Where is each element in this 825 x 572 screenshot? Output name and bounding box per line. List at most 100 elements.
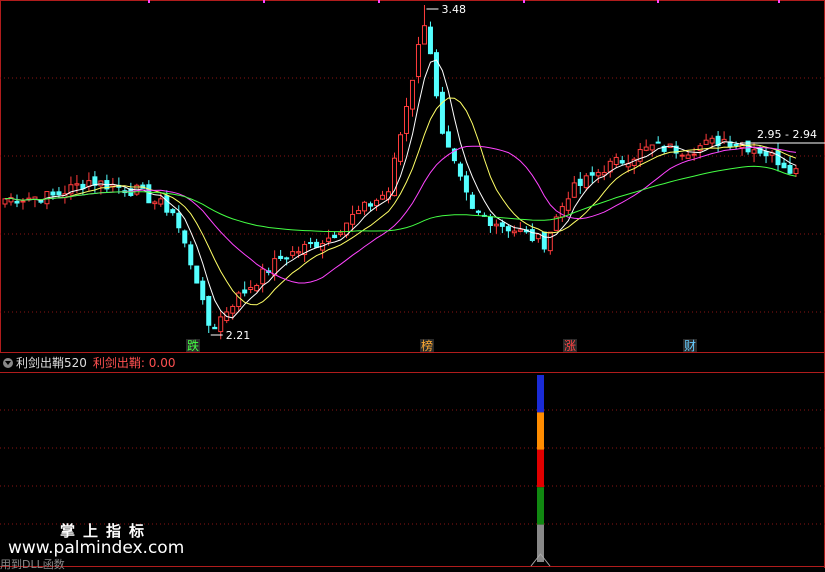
candle-body [679,154,685,157]
candle-body [787,165,793,174]
candle-body [583,175,589,189]
candle-body [487,216,493,227]
candle-body [529,229,535,241]
event-marker-label: 榜 [421,338,433,353]
candle-body [362,201,368,212]
candle-body [290,251,296,256]
candle-body [326,237,332,243]
candle-body [643,146,649,151]
candle-body [332,234,338,239]
price-annotations: 3.48 2.21 2.95 - 2.94 [210,3,825,342]
candle-body [158,198,164,205]
candle-body [691,153,697,156]
candle-body [356,210,362,215]
candle-body [589,172,595,176]
candle-body [314,241,320,248]
candle-body [374,199,380,207]
signal-segment [537,487,544,525]
candle-body [56,191,62,196]
event-marker-label: 跌 [187,338,199,353]
candle-body [493,223,499,227]
candle-body [176,212,182,229]
candle-body [14,200,20,204]
candle-body [703,139,709,145]
candle-body [649,144,655,151]
candle-body [511,230,517,234]
event-markers: 跌榜涨财 [186,338,697,353]
ma-line-ma5 [4,59,797,319]
candle-body [242,289,248,294]
candle-body [212,326,218,330]
event-marker-label: 涨 [564,338,576,353]
candle-body [152,201,158,205]
signal-segment [537,412,544,450]
candle-body [775,150,781,166]
candle-body [547,231,553,252]
candle-body [433,52,439,97]
candle-body [98,180,104,187]
candle-body [781,162,787,169]
candle-body [421,25,427,45]
last-price-label: 2.95 - 2.94 [757,128,817,141]
candle-body [517,229,523,232]
candle-body [571,182,577,198]
candle-body [170,209,176,214]
candle-body [709,137,715,144]
candle-body [439,91,445,134]
candle-body [188,244,194,266]
candle-body [499,222,505,227]
indicator-name: 利剑出鞘520 [16,356,87,370]
candle-body [230,305,236,314]
candle-body [284,257,290,260]
candle-body [20,200,26,203]
indicator-signal-bar [530,375,551,567]
candle-body [685,154,691,159]
candle-body [595,171,601,177]
candle-body [751,149,757,154]
candle-body [409,79,415,110]
candle-body [380,194,386,200]
candle-body [206,296,212,326]
candle-body [368,203,374,207]
collapse-icon[interactable] [3,358,13,368]
candle-body [200,280,206,301]
candle-body [565,198,571,211]
candle-body [619,160,625,164]
price-panel-border [0,0,825,353]
candle-body [469,194,475,209]
indicator-panel-title: 利剑出鞘520 利剑出鞘: 0.00 [0,355,825,371]
stock-chart: 3.48 2.21 2.95 - 2.94 跌 榜 涨 财 [0,0,825,568]
candlestick-series [2,5,799,340]
candle-body [386,191,392,200]
candle-body [577,178,583,186]
candle-body [296,251,302,254]
candle-body [194,265,200,284]
candle-body [398,134,403,162]
candle-body [793,168,799,175]
candle-body [457,163,463,177]
candle-body [218,316,224,333]
candle-body [182,230,188,244]
candle-body [763,151,769,157]
candle-body [74,183,80,186]
candle-body [350,213,356,225]
ma-line-ma20 [4,145,797,284]
candle-body [463,175,469,193]
indicator-line-label: 利剑出鞘: 0.00 [92,356,176,370]
candle-body [338,232,344,236]
candle-body [475,210,481,213]
candle-body [260,268,266,285]
footer-text: 用到DLL函数 [0,558,65,571]
candle-body [254,284,260,292]
candle-body [427,26,433,55]
grid-lines [0,77,825,525]
signal-segment [537,449,544,488]
candle-body [248,286,254,290]
candle-body [403,106,409,134]
candle-body [613,156,619,166]
candle-body [50,191,56,196]
candle-body [505,226,511,232]
ma-line-ma10 [4,97,797,306]
event-marker-label: 财 [684,339,696,353]
candle-body [655,141,661,144]
